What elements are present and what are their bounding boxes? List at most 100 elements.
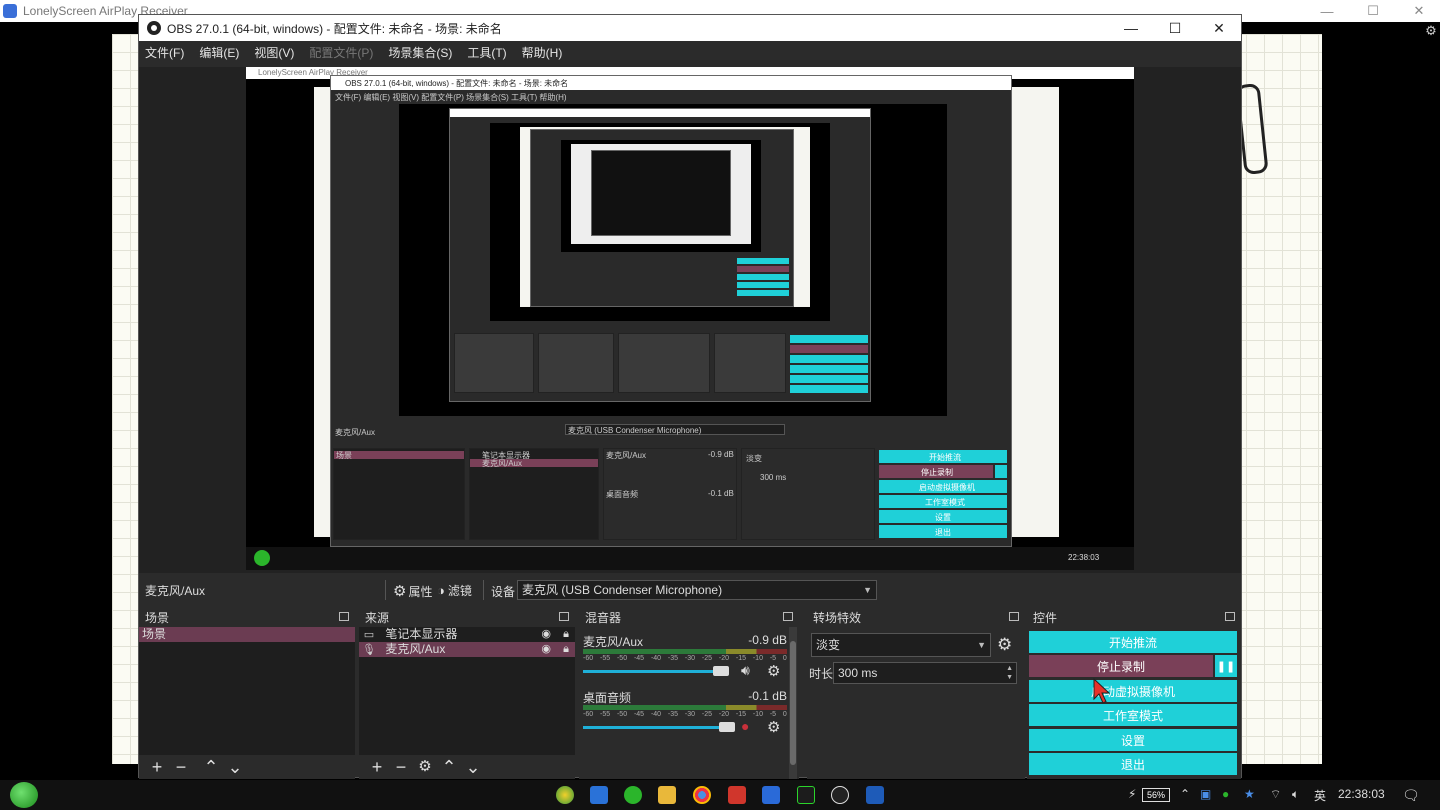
app-docs-icon[interactable] — [762, 786, 780, 804]
tick-label: -55 — [599, 655, 611, 662]
nested-l2-cyan-4 — [790, 375, 868, 383]
wifi-icon[interactable]: ⌔ — [1270, 787, 1281, 802]
obs-minimize-button[interactable]: — — [1109, 15, 1153, 41]
mixer-scrollbar[interactable] — [789, 627, 797, 779]
speaker-muted-icon[interactable]: ● — [741, 718, 749, 734]
chevron-up-icon[interactable]: ⌃ — [1180, 787, 1190, 801]
lock-icon[interactable]: 🔒︎ — [563, 642, 569, 657]
app-chrome-canary-icon[interactable] — [556, 786, 574, 804]
tray-star-icon[interactable]: ★ — [1244, 787, 1255, 801]
filters-button[interactable]: ◑ 滤镜 — [437, 582, 472, 599]
nested-l3-pink — [737, 266, 789, 272]
menu-view[interactable]: 视图(V) — [254, 44, 294, 61]
device-select[interactable]: 麦克风 (USB Condenser Microphone) ▼ — [517, 580, 877, 600]
app-folder-icon[interactable] — [658, 786, 676, 804]
settings-button[interactable]: 设置 — [1029, 729, 1237, 751]
duration-input[interactable]: 300 ms ▲ ▼ — [833, 662, 1017, 684]
move-down-icon[interactable]: ⌄ — [223, 757, 247, 777]
ime-indicator[interactable]: 英 — [1314, 787, 1326, 804]
app-browser-icon[interactable] — [693, 786, 711, 804]
source-item[interactable]: 🎙︎ 麦克风/Aux ◉ 🔒︎ — [359, 642, 575, 657]
undock-icon[interactable] — [559, 612, 569, 621]
tick-label: -50 — [616, 655, 628, 662]
scene-item[interactable]: 场景 — [139, 627, 355, 642]
nested-ctrl-5-label: 设置 — [935, 513, 951, 522]
menu-file[interactable]: 文件(F) — [145, 44, 184, 61]
studio-mode-button[interactable]: 工作室模式 — [1029, 704, 1237, 726]
sources-list: ▭ 笔记本显示器 ◉ 🔒︎ 🎙︎ 麦克风/Aux ◉ 🔒︎ — [359, 627, 575, 755]
move-down-icon[interactable]: ⌄ — [461, 757, 485, 777]
source-item[interactable]: ▭ 笔记本显示器 ◉ 🔒︎ — [359, 627, 575, 642]
clock[interactable]: 22:38:03 — [1338, 787, 1385, 801]
eye-icon[interactable]: ◉ — [541, 627, 551, 642]
lonelyscreen-maximize-button[interactable]: ☐ — [1350, 0, 1396, 22]
undock-icon[interactable] — [1009, 612, 1019, 621]
transition-select[interactable]: 淡变 ▼ — [811, 633, 991, 657]
app-star-icon[interactable] — [590, 786, 608, 804]
add-scene-button[interactable]: + — [145, 757, 169, 777]
app-powerpoint-icon[interactable] — [728, 786, 746, 804]
volume-slider-knob[interactable] — [719, 722, 735, 732]
lonelyscreen-minimize-button[interactable]: — — [1304, 0, 1350, 22]
speaker-icon[interactable]: 🔊︎ — [741, 662, 750, 679]
remove-scene-button[interactable]: − — [169, 757, 193, 777]
volume-icon[interactable]: 🔈︎ — [1292, 787, 1299, 802]
menu-edit[interactable]: 编辑(E) — [199, 44, 239, 61]
remove-source-button[interactable]: − — [389, 757, 413, 777]
nested-l2-cyan-3 — [790, 365, 868, 373]
tray-wechat-icon[interactable]: ● — [1222, 787, 1229, 801]
app-pycharm-icon[interactable] — [797, 786, 815, 804]
nested-desk-label: 桌面音频 — [606, 490, 638, 499]
nested-ctrl-3-label: 启动虚拟摄像机 — [919, 483, 975, 492]
menu-scene-collection[interactable]: 场景集合(S) — [388, 44, 452, 61]
app-wechat-icon[interactable] — [624, 786, 642, 804]
move-up-icon[interactable]: ⌃ — [199, 757, 223, 777]
gear-icon[interactable]: ⚙ — [767, 662, 780, 680]
gear-icon[interactable]: ⚙ — [413, 757, 437, 777]
eye-icon[interactable]: ◉ — [541, 642, 551, 657]
lock-icon[interactable]: 🔒︎ — [563, 627, 569, 642]
menu-tools[interactable]: 工具(T) — [467, 44, 506, 61]
nested-ctrl-2: 停止录制 — [879, 465, 993, 478]
preview-canvas[interactable]: LonelyScreen AirPlay Receiver OBS 27.0.1… — [246, 67, 1134, 570]
nested-ctrl-2-label: 停止录制 — [921, 468, 953, 477]
gear-icon[interactable]: ⚙ — [997, 635, 1012, 655]
start-button[interactable] — [10, 782, 38, 808]
pause-recording-button[interactable]: ❚❚ — [1215, 655, 1237, 677]
notification-icon[interactable]: 🗨︎ — [1402, 787, 1420, 804]
spinbox-arrows-icon[interactable]: ▲ ▼ — [1006, 664, 1013, 682]
meter-ticks: -60 -55 -50 -45 -40 -35 -30 -25 -20 -15 … — [583, 711, 787, 721]
add-source-button[interactable]: + — [365, 757, 389, 777]
exit-button[interactable]: 退出 — [1029, 753, 1237, 775]
stop-recording-button[interactable]: 停止录制 — [1029, 655, 1213, 677]
start-streaming-button[interactable]: 开始推流 — [1029, 631, 1237, 653]
obs-maximize-button[interactable]: ☐ — [1153, 15, 1197, 41]
obs-close-button[interactable]: ✕ — [1197, 15, 1241, 41]
undock-icon[interactable] — [783, 612, 793, 621]
toolbar-separator-2 — [483, 580, 484, 600]
properties-button[interactable]: ⚙ 属性 — [393, 582, 432, 600]
lonelyscreen-gear-icon[interactable]: ⚙ — [1424, 24, 1438, 38]
undock-icon[interactable] — [1225, 612, 1235, 621]
volume-slider-knob[interactable] — [713, 666, 729, 676]
volume-slider[interactable] — [583, 670, 721, 673]
menu-profile[interactable]: 配置文件(P) — [309, 44, 373, 61]
battery-indicator[interactable]: 56% — [1142, 788, 1170, 802]
move-up-icon[interactable]: ⌃ — [437, 757, 461, 777]
tray-app-icon[interactable]: ▣ — [1200, 787, 1211, 801]
duration-label: 时长 — [809, 667, 834, 681]
mixer-track-db: -0.1 dB — [748, 689, 787, 703]
tick-label: -50 — [616, 711, 628, 718]
app-lonelyscreen-icon[interactable] — [866, 786, 884, 804]
start-virtual-camera-button[interactable]: 启动虚拟摄像机 — [1029, 680, 1237, 702]
undock-icon[interactable] — [339, 612, 349, 621]
menu-help[interactable]: 帮助(H) — [522, 44, 563, 61]
volume-slider[interactable] — [583, 726, 727, 729]
nested-obs-window: OBS 27.0.1 (64-bit, windows) - 配置文件: 未命名… — [330, 75, 1012, 547]
app-obs-icon[interactable] — [831, 786, 849, 804]
preview-area[interactable]: LonelyScreen AirPlay Receiver OBS 27.0.1… — [139, 67, 1241, 573]
lonelyscreen-close-button[interactable]: ✕ — [1396, 0, 1440, 22]
nested-obs-menu: 文件(F) 编辑(E) 视图(V) 配置文件(P) 场景集合(S) 工具(T) … — [335, 93, 567, 102]
windows-taskbar: ⚡ 56% ⌃ ▣ ● ★ ⌔ 🔈︎ 英 22:38:03 🗨︎ — [0, 780, 1440, 810]
gear-icon[interactable]: ⚙ — [767, 718, 780, 736]
